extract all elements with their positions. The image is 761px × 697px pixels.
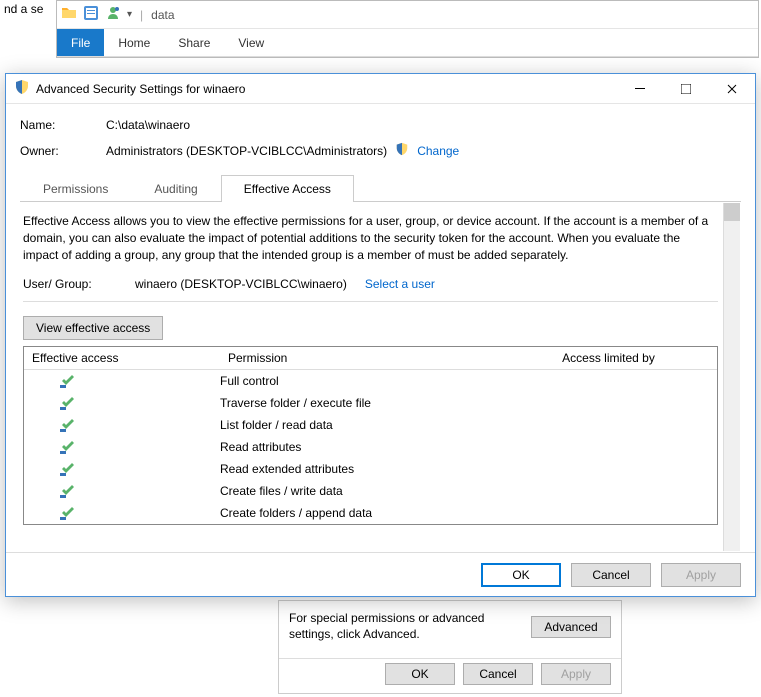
select-user-link[interactable]: Select a user [365,277,435,291]
scrollbar-thumb[interactable] [724,203,740,221]
change-owner-link[interactable]: Change [417,144,459,158]
qat-dropdown-icon[interactable]: ▾ [127,9,132,20]
properties-apply-button: Apply [541,663,611,685]
allow-icon [24,483,220,499]
allow-icon [24,373,220,389]
ribbon-tab-file[interactable]: File [57,29,104,56]
properties-dialog-fragment: For special permissions or advanced sett… [278,600,622,694]
table-row[interactable]: List folder / read data [24,414,717,436]
user-group-label: User/ Group: [23,277,135,291]
allow-icon [24,395,220,411]
tab-permissions[interactable]: Permissions [20,175,131,202]
permission-cell: Full control [220,374,500,388]
tab-auditing[interactable]: Auditing [131,175,220,202]
tab-strip: Permissions Auditing Effective Access [20,175,741,202]
permission-cell: Create files / write data [220,484,500,498]
minimize-button[interactable] [617,74,663,104]
vertical-scrollbar[interactable] [723,203,740,551]
table-row[interactable]: Read attributes [24,436,717,458]
permission-cell: Read extended attributes [220,462,500,476]
user-group-value: winaero (DESKTOP-VCIBLCC\winaero) [135,277,347,291]
uac-shield-icon [395,142,409,159]
folder-icon [61,5,77,24]
advanced-hint-text: For special permissions or advanced sett… [289,611,509,642]
tab-effective-access[interactable]: Effective Access [221,175,354,202]
column-access-limited-by[interactable]: Access limited by [500,347,717,369]
advanced-button[interactable]: Advanced [531,616,611,638]
allow-icon [24,417,220,433]
column-effective-access[interactable]: Effective access [24,347,220,369]
background-fragment: nd a se [0,0,54,18]
close-button[interactable] [709,74,755,104]
dialog-footer: OK Cancel Apply [6,552,755,596]
ribbon-tab-home[interactable]: Home [104,29,164,56]
table-row[interactable]: Read extended attributes [24,458,717,480]
table-row[interactable]: Full control [24,370,717,392]
titlebar-separator: | [140,8,143,22]
view-effective-access-button[interactable]: View effective access [23,316,163,340]
properties-ok-button[interactable]: OK [385,663,455,685]
properties-qat-icon[interactable] [83,5,99,24]
ribbon-tab-view[interactable]: View [224,29,278,56]
table-row[interactable]: Create files / write data [24,480,717,502]
shield-icon [14,79,36,98]
explorer-title-text: data [151,8,174,22]
advanced-security-dialog: Advanced Security Settings for winaero N… [5,73,756,597]
table-row[interactable]: Create folders / append data [24,502,717,524]
column-permission[interactable]: Permission [220,347,500,369]
explorer-window: ▾ | data File Home Share View [56,0,759,58]
name-value: C:\data\winaero [106,118,190,132]
allow-icon [24,439,220,455]
allow-icon [24,461,220,477]
explorer-ribbon: File Home Share View [57,29,758,57]
allow-icon [24,505,220,521]
effective-access-table: Effective access Permission Access limit… [23,346,718,525]
table-row[interactable]: Traverse folder / execute file [24,392,717,414]
share-qat-icon[interactable] [105,5,121,24]
effective-access-description: Effective Access allows you to view the … [23,213,718,263]
name-label: Name: [20,118,106,132]
permission-cell: Read attributes [220,440,500,454]
apply-button: Apply [661,563,741,587]
ribbon-tab-share[interactable]: Share [164,29,224,56]
ok-button[interactable]: OK [481,563,561,587]
cancel-button[interactable]: Cancel [571,563,651,587]
dialog-titlebar: Advanced Security Settings for winaero [6,74,755,104]
dialog-title: Advanced Security Settings for winaero [36,82,245,96]
owner-label: Owner: [20,144,106,158]
explorer-titlebar: ▾ | data [57,1,758,29]
properties-cancel-button[interactable]: Cancel [463,663,533,685]
permission-cell: Traverse folder / execute file [220,396,500,410]
permission-cell: Create folders / append data [220,506,500,520]
owner-value: Administrators (DESKTOP-VCIBLCC\Administ… [106,144,387,158]
maximize-button[interactable] [663,74,709,104]
permission-cell: List folder / read data [220,418,500,432]
